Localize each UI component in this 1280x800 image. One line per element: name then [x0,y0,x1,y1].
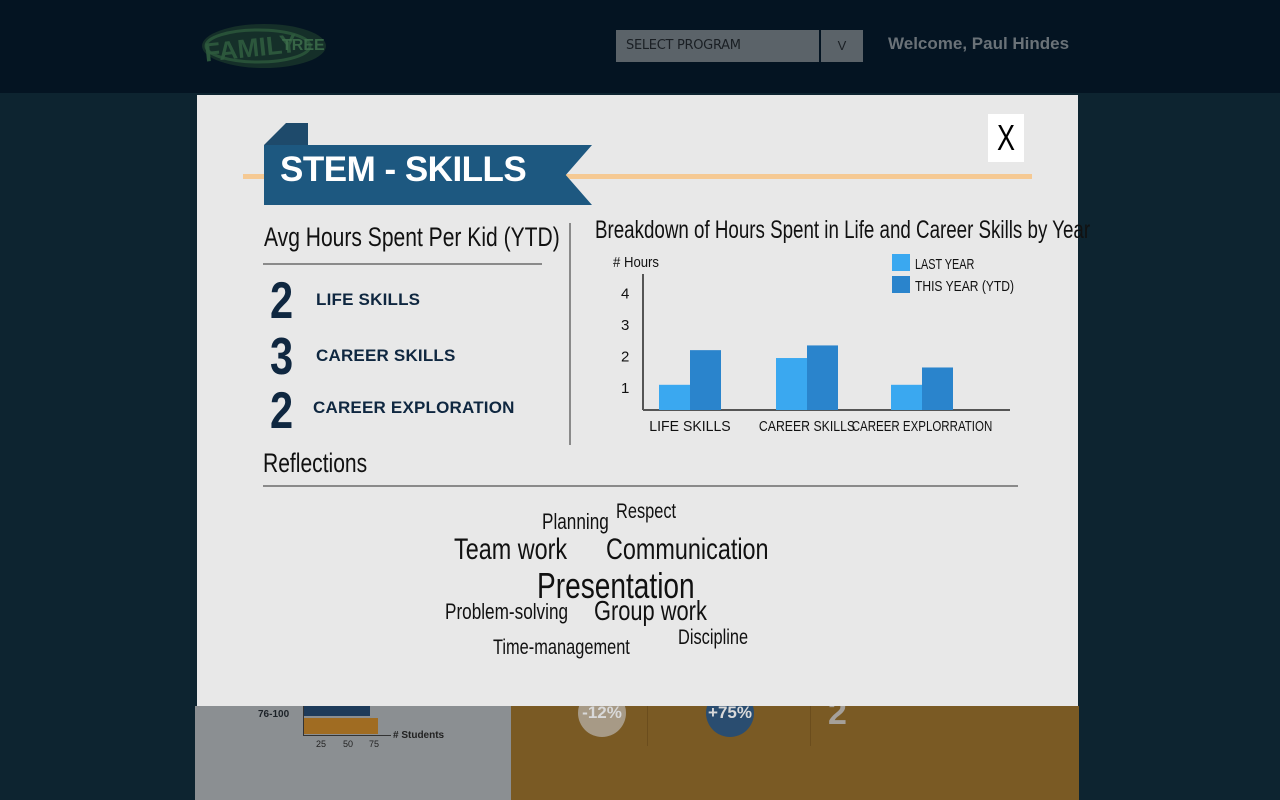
reflection-word: Problem-solving [445,599,569,624]
program-dropdown-button[interactable]: V [821,30,863,62]
background-tick: 75 [369,739,380,749]
background-axis [303,706,304,736]
reflection-word: Group work [594,595,707,626]
background-row-label: 76-100 [258,709,290,720]
y-tick-label: 2 [621,349,629,366]
reflections-heading: Reflections [263,448,368,478]
hours-bar-chart: # Hours 1 2 3 4 LIFE SKILLS CAREER SKILLSCAREE… [613,254,1014,435]
title-ribbon-fold [264,123,308,145]
reflection-word: Team work [454,533,568,566]
y-tick-label: 3 [621,317,629,334]
stat-label-career-exploration: CAREER EXPLORATION [313,398,515,417]
welcome-text: Welcome, Paul Hindes [888,34,1070,53]
stat-label-life-skills: LIFE SKILLS [316,290,421,309]
stat-value-career-skills: 3 [270,328,294,386]
x-tick-label: LIFE SKILLS [649,418,730,435]
family-tree-logo[interactable]: FAMILY TREE [198,16,338,76]
bar-this-year [922,367,953,410]
reflection-word: Respect [616,500,677,523]
background-students-label: # Students [393,730,445,741]
close-button[interactable]: X [988,114,1024,162]
y-tick-label: 4 [621,286,629,303]
x-tick-label: CAREER SKILLS [759,418,855,435]
modal-title: STEM - SKILLS [280,150,527,189]
background-divider [810,706,811,746]
legend-swatch [892,276,910,293]
section-divider [569,223,571,445]
avg-hours-divider [263,263,542,265]
legend-swatch [892,254,910,271]
reflection-word: Communication [606,533,769,566]
legend-label: THIS YEAR (YTD) [915,278,1014,295]
background-bar [304,718,378,734]
stat-label-career-skills: CAREER SKILLS [316,346,456,365]
reflection-word: Planning [542,509,609,534]
background-axis [303,735,391,736]
svg-text:TREE: TREE [282,37,325,54]
reflection-word: Discipline [678,626,749,649]
reflections-divider [263,485,1018,487]
background-bar [304,706,370,716]
stat-value-career-exploration: 2 [270,382,294,440]
reflection-word: Time-management [493,636,630,659]
y-tick-label: 1 [621,380,629,397]
x-tick-label: CAREER EXPLORRATION [852,418,993,435]
stem-skills-modal: X STEM - SKILLS Avg Hours Spent Per Kid … [197,95,1090,706]
top-bar: FAMILY TREE SELECT PROGRAM V Welcome, Pa… [0,0,1280,93]
bar-last-year [659,384,690,410]
bar-this-year [807,345,838,410]
background-tick: 25 [316,739,327,749]
background-tick: 50 [343,739,354,749]
bar-this-year [690,350,721,410]
bar-last-year [891,384,922,410]
stat-value-life-skills: 2 [270,272,294,330]
program-select[interactable]: SELECT PROGRAM [616,30,819,62]
avg-hours-heading: Avg Hours Spent Per Kid (YTD) [264,222,560,252]
y-axis-label: # Hours [613,254,659,271]
background-divider [647,706,648,746]
legend-label: LAST YEAR [915,256,975,273]
chart-title: Breakdown of Hours Spent in Life and Car… [595,216,1091,244]
bar-last-year [776,358,807,410]
